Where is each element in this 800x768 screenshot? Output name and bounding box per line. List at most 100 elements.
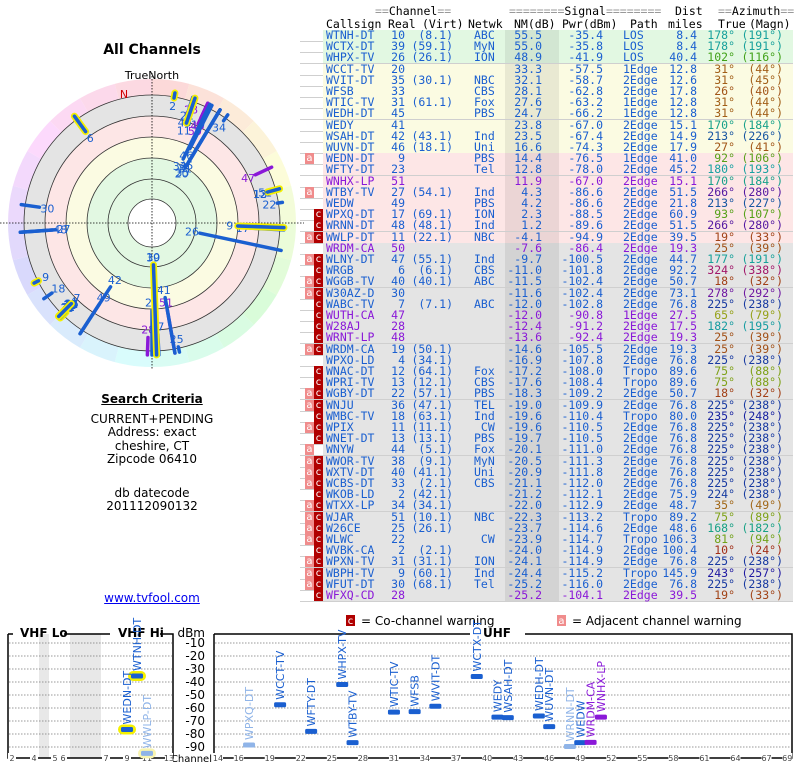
station-label: WFSB xyxy=(409,675,422,707)
station-channel-label: 10 xyxy=(146,251,160,264)
noise-margin: -25.2 xyxy=(507,588,542,602)
station-bearing-line xyxy=(275,200,285,205)
adjacent-channel-flag: a xyxy=(305,153,314,165)
db-datecode-value: 201112090132 xyxy=(106,499,198,513)
virtual-channel: (61.1) xyxy=(411,95,453,110)
spectrum-station: WSAH-DT xyxy=(501,659,515,721)
station-marker xyxy=(574,740,587,746)
uhf-channel-tick: 22 xyxy=(296,754,306,763)
uhf-channel-tick: 37 xyxy=(451,754,461,763)
station-label: WVIT-DT xyxy=(429,655,442,702)
station-bearing-line xyxy=(172,91,177,100)
legend: c = Co-channel warning a = Adjacent channel… xyxy=(346,614,742,628)
network: Tel xyxy=(474,576,495,591)
virtual-channel: (68.1) xyxy=(411,576,453,591)
station-channel-label: 9 xyxy=(42,271,49,284)
criteria-line: cheshire, CT xyxy=(114,439,190,453)
dbm-tick-label: -90 xyxy=(185,740,205,754)
station-marker xyxy=(501,715,514,721)
network: ABC xyxy=(474,274,495,289)
dbm-tick-label: -60 xyxy=(185,701,205,715)
station-marker xyxy=(305,728,318,734)
vhf-channel-tick: 2 xyxy=(9,754,14,763)
uhf-channel-tick: 52 xyxy=(606,754,616,763)
co-channel-flag: c xyxy=(314,500,323,512)
co-channel-flag: c xyxy=(314,455,323,467)
station-label: WFTY-DT xyxy=(305,678,318,727)
station-marker xyxy=(584,739,597,745)
tvfool-link[interactable]: www.tvfool.com xyxy=(104,591,200,605)
adjacent-channel-flag: a xyxy=(305,511,314,523)
station-label: WUVN-DT xyxy=(543,667,556,721)
co-channel-flag: c xyxy=(314,377,323,389)
co-channel-flag: c xyxy=(314,399,323,411)
co-channel-flag: c xyxy=(314,366,323,377)
uhf-channel-tick: 19 xyxy=(265,754,275,763)
station-marker xyxy=(429,703,442,709)
station-bearing-line xyxy=(176,345,182,354)
adjacent-channel-flag: a xyxy=(305,500,314,512)
co-channel-flag: c xyxy=(314,287,323,299)
virtual-channel: (30.1) xyxy=(411,72,453,87)
co-channel-flag: c xyxy=(314,276,323,288)
co-channel-flag: c xyxy=(314,422,323,433)
station-channel-label: 34 xyxy=(212,121,226,134)
co-channel-flag: c xyxy=(314,310,323,321)
adjacent-channel-flag: a xyxy=(305,231,314,243)
station-label: WSAH-DT xyxy=(502,659,515,712)
vhf-channel-tick: 4 xyxy=(31,754,36,763)
station-marker xyxy=(121,726,133,732)
db-datecode-label: db datecode xyxy=(114,486,190,500)
criteria-line: Address: exact xyxy=(107,425,197,439)
spectrum-station: WPXQ-DT xyxy=(243,687,256,748)
adjacent-channel-flag: a xyxy=(305,534,314,545)
header-group-channel: ==Channel== xyxy=(375,4,452,18)
vhf-channel-tick: 7 xyxy=(103,754,108,763)
spectrum-station: WCTX-DT xyxy=(470,620,484,680)
header-group-dist: Dist xyxy=(675,4,703,18)
vhf-channel-tick: 6 xyxy=(60,754,65,763)
adjacent-channel-flag: a xyxy=(305,567,314,579)
station-channel-label: 7 xyxy=(73,292,80,305)
adjacent-channel-flag: a xyxy=(305,556,314,568)
adjacent-channel-flag: a xyxy=(305,522,314,534)
uhf-channel-tick: 31 xyxy=(389,754,399,763)
co-channel-flag: c xyxy=(314,343,323,355)
table-row[interactable]: c WFXQ-CD 28 -25.2 -104.1 2Edge 39.5 19° (33°) xyxy=(300,588,793,602)
co-channel-flag: c xyxy=(314,578,323,590)
magnetic-north-label: N xyxy=(120,88,128,101)
virtual-channel: (7.1) xyxy=(418,296,453,311)
station-marker xyxy=(141,750,153,756)
co-channel-flag: c xyxy=(314,433,323,445)
header-group-signal: ========Signal======== xyxy=(509,4,662,18)
station-marker xyxy=(336,681,349,687)
station-label: WPXQ-DT xyxy=(243,687,256,740)
co-channel-flag: c xyxy=(314,478,323,489)
criteria-line: CURRENT+PENDING xyxy=(90,412,214,426)
azimuth-radar-plot: TrueNorthN283093122225513423340384413111… xyxy=(0,69,304,370)
station-channel-label: 42 xyxy=(108,274,122,287)
co-channel-flag: c xyxy=(314,321,323,333)
station-label: WEDN-DT xyxy=(121,670,134,724)
virtual-channel: (40.1) xyxy=(411,274,453,289)
adjacent-channel-flag: a xyxy=(305,343,314,355)
adjacent-channel-flag: a xyxy=(305,466,314,478)
station-channel-label: 20 xyxy=(175,168,189,181)
uhf-channel-tick: 67 xyxy=(761,754,771,763)
station-marker xyxy=(594,714,607,720)
station-marker xyxy=(408,709,421,715)
station-bearing-line xyxy=(236,224,286,230)
co-channel-flag: c xyxy=(314,220,323,232)
vhf-channel-tick: 9 xyxy=(124,754,129,763)
network: CW xyxy=(474,532,495,546)
uhf-channel-tick: 61 xyxy=(699,754,709,763)
adjacent-channel-flag: a xyxy=(305,254,314,265)
co-channel-flag: c xyxy=(314,466,323,478)
station-marker xyxy=(563,743,576,749)
distance: 39.5 xyxy=(669,588,697,602)
uhf-channel-tick: 28 xyxy=(358,754,368,763)
co-channel-flag: c xyxy=(314,265,323,277)
uhf-channel-tick: 16 xyxy=(234,754,244,763)
uhf-channel-tick: 14 xyxy=(213,754,223,763)
adjacent-channel-flag: a xyxy=(305,287,314,299)
